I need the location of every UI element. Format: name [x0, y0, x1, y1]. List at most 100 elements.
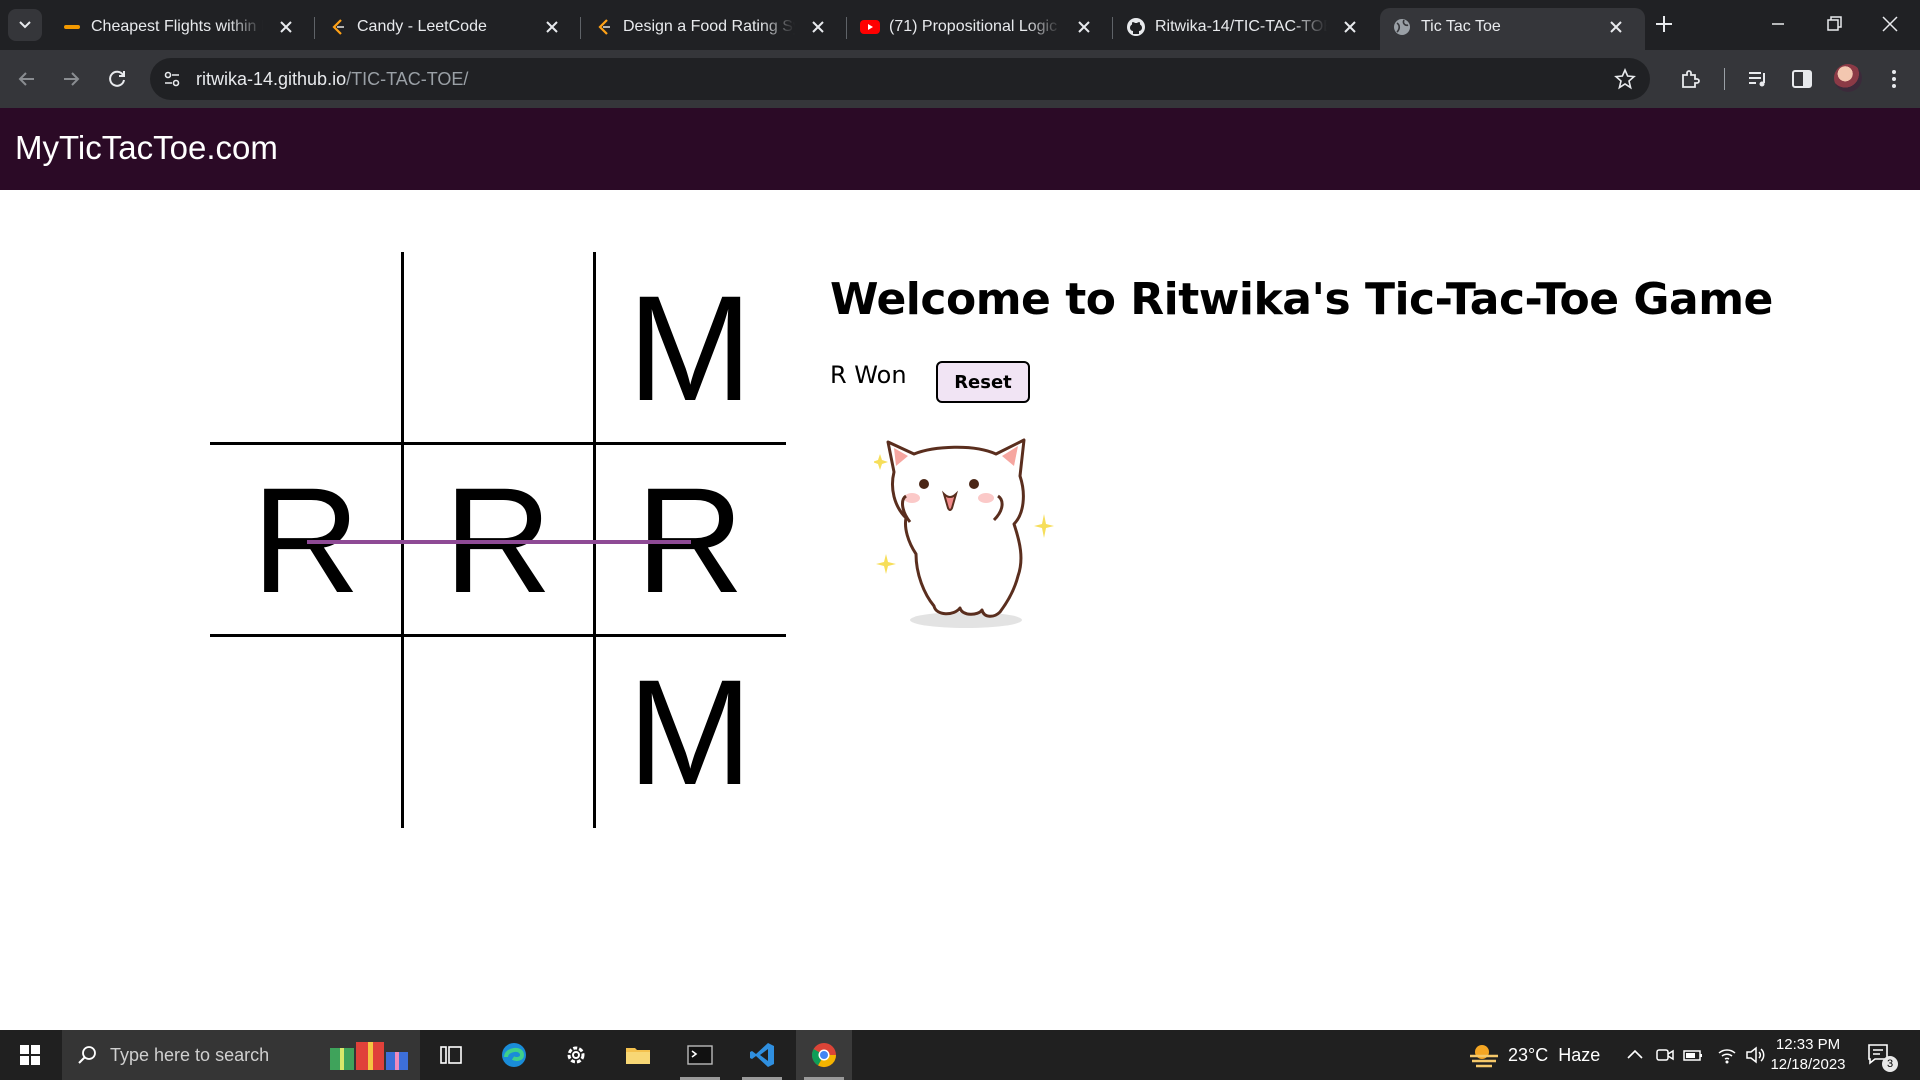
back-arrow-icon[interactable] — [14, 66, 40, 92]
browser-tab-strip: Cheapest Flights within K Stops Candy - … — [0, 0, 1920, 50]
board-cell-3[interactable]: M — [594, 252, 786, 444]
youtube-icon — [860, 20, 880, 34]
taskbar-search-box[interactable]: Type here to search — [62, 1030, 420, 1080]
reload-icon[interactable] — [104, 66, 130, 92]
battery-icon[interactable] — [1682, 1044, 1704, 1066]
tab-title: Candy - LeetCode — [357, 18, 487, 35]
media-queue-icon[interactable] — [1746, 67, 1770, 91]
board-cell-7[interactable] — [210, 636, 402, 828]
toolbar-divider — [1724, 68, 1725, 90]
chrome-icon — [811, 1043, 836, 1068]
close-icon[interactable] — [1339, 16, 1361, 38]
board-cell-2[interactable] — [402, 252, 594, 444]
gift-boxes-icon — [330, 1042, 408, 1070]
winning-strike-line — [307, 540, 691, 544]
tab-candy-leetcode[interactable]: Candy - LeetCode — [316, 8, 581, 50]
taskbar-clock[interactable]: 12:33 PM 12/18/2023 — [1768, 1035, 1848, 1075]
haze-weather-icon — [1470, 1045, 1498, 1068]
page-heading: Welcome to Ritwika's Tic-Tac-Toe Game — [830, 274, 1773, 325]
more-menu-icon[interactable] — [1882, 67, 1906, 91]
tab-separator — [314, 17, 315, 39]
side-panel-icon[interactable] — [1790, 67, 1814, 91]
close-icon[interactable] — [275, 16, 297, 38]
tab-title: Tic Tac Toe — [1421, 18, 1501, 35]
file-explorer-taskbar-button[interactable] — [610, 1030, 666, 1080]
board-cell-9[interactable]: M — [594, 636, 786, 828]
tic-tac-toe-board: M R R R M — [210, 252, 786, 828]
bookmark-star-icon[interactable] — [1614, 68, 1636, 90]
extensions-puzzle-icon[interactable] — [1678, 67, 1702, 91]
tab-tic-tac-toe[interactable]: Tic Tac Toe — [1380, 8, 1645, 50]
address-bar[interactable]: ritwika-14.github.io/TIC-TAC-TOE/ — [150, 58, 1650, 100]
tab-github-repo[interactable]: Ritwika-14/TIC-TAC-TOE: Tic Tac — [1114, 8, 1379, 50]
task-view-icon — [440, 1046, 462, 1064]
browser-toolbar: ritwika-14.github.io/TIC-TAC-TOE/ — [0, 50, 1920, 108]
tab-separator — [1112, 17, 1113, 39]
tab-title: Design a Food Rating System — [623, 18, 795, 35]
board-cell-1[interactable] — [210, 252, 402, 444]
profile-avatar[interactable] — [1834, 64, 1862, 92]
tab-propositional-logic[interactable]: (71) Propositional Logic 4 | Disc — [848, 8, 1113, 50]
vscode-icon — [750, 1043, 774, 1067]
windows-start-icon[interactable] — [20, 1045, 40, 1065]
tab-food-rating[interactable]: Design a Food Rating System — [582, 8, 847, 50]
github-icon — [1127, 18, 1145, 36]
site-navbar: MyTicTacToe.com — [0, 108, 1920, 190]
meet-now-icon[interactable] — [1654, 1044, 1676, 1066]
tab-cheapest-flights[interactable]: Cheapest Flights within K Stops — [50, 8, 315, 50]
reset-button[interactable]: Reset — [936, 361, 1030, 403]
globe-icon — [1394, 19, 1410, 35]
weather-temp: 23°C — [1508, 1045, 1549, 1065]
tab-title: Ritwika-14/TIC-TAC-TOE: Tic Tac — [1155, 18, 1327, 35]
grid-line-horizontal-2 — [210, 634, 786, 637]
notification-center-button[interactable]: 3 — [1866, 1042, 1898, 1072]
close-icon[interactable] — [807, 16, 829, 38]
close-icon[interactable] — [1073, 16, 1095, 38]
weather-widget[interactable]: 23°C Haze — [1468, 1042, 1600, 1068]
chevron-up-icon[interactable] — [1624, 1044, 1646, 1066]
wifi-icon[interactable] — [1716, 1044, 1738, 1066]
site-info-icon[interactable] — [162, 69, 182, 89]
task-view-button[interactable] — [423, 1030, 479, 1080]
board-cell-8[interactable] — [402, 636, 594, 828]
weather-text: 23°C Haze — [1508, 1045, 1600, 1066]
grid-line-horizontal-1 — [210, 442, 786, 445]
site-brand[interactable]: MyTicTacToe.com — [15, 128, 278, 168]
tab-search-button[interactable] — [8, 9, 42, 41]
forward-arrow-icon[interactable] — [58, 66, 84, 92]
tab-title: (71) Propositional Logic 4 | Disc — [889, 18, 1061, 35]
clock-date: 12/18/2023 — [1770, 1056, 1846, 1073]
settings-taskbar-button[interactable] — [548, 1030, 604, 1080]
windows-taskbar: Type here to search 23°C Haze 12:33 PM 1… — [0, 1030, 1920, 1080]
leetcode-icon — [332, 19, 344, 35]
url-path: /TIC-TAC-TOE/ — [346, 69, 469, 89]
tab-title: Cheapest Flights within K Stops — [91, 18, 263, 35]
close-window-icon[interactable] — [1878, 12, 1902, 36]
gear-icon — [567, 1046, 585, 1064]
vscode-taskbar-button[interactable] — [734, 1030, 790, 1080]
folder-icon — [626, 1048, 650, 1064]
tab-separator — [846, 17, 847, 39]
close-icon[interactable] — [541, 16, 563, 38]
search-icon — [78, 1046, 96, 1064]
chrome-taskbar-button[interactable] — [796, 1030, 852, 1080]
terminal-icon — [687, 1045, 713, 1065]
url-text: ritwika-14.github.io/TIC-TAC-TOE/ — [196, 69, 468, 89]
edge-icon — [502, 1043, 526, 1067]
restore-icon[interactable] — [1822, 12, 1846, 36]
leetcode-icon — [598, 19, 610, 35]
clock-time: 12:33 PM — [1775, 1036, 1841, 1053]
new-tab-plus-icon[interactable] — [1652, 12, 1676, 36]
close-icon[interactable] — [1605, 16, 1627, 38]
notification-badge: 3 — [1882, 1056, 1898, 1072]
chevron-down-icon — [19, 21, 31, 29]
tab-separator — [580, 17, 581, 39]
url-host: ritwika-14.github.io — [196, 69, 347, 89]
volume-icon[interactable] — [1744, 1044, 1766, 1066]
game-status: R Won — [830, 361, 907, 389]
happy-cat-sticker — [874, 438, 1054, 628]
terminal-taskbar-button[interactable] — [672, 1030, 728, 1080]
search-placeholder: Type here to search — [110, 1045, 270, 1065]
edge-taskbar-button[interactable] — [486, 1030, 542, 1080]
minimize-icon[interactable] — [1766, 12, 1790, 36]
